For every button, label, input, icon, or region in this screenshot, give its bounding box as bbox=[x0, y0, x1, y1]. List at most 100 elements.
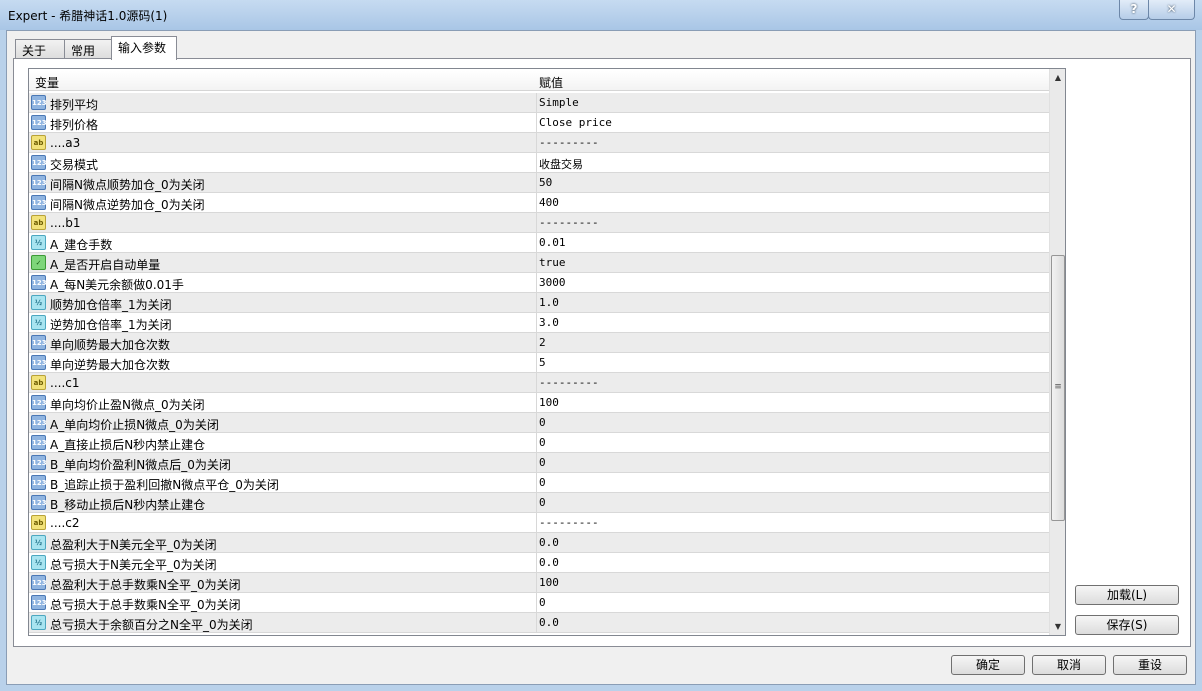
parameter-value[interactable]: 100 bbox=[539, 576, 559, 589]
parameter-value[interactable]: Simple bbox=[539, 96, 579, 109]
tab-inputs[interactable]: 输入参数 bbox=[111, 36, 177, 60]
column-divider bbox=[536, 453, 537, 473]
integer-type-icon: 123 bbox=[31, 575, 47, 590]
integer-type-icon: 123 bbox=[31, 115, 47, 130]
tab-common[interactable]: 常用 bbox=[64, 39, 112, 59]
table-row[interactable]: ½ 顺势加仓倍率_1为关闭 1.0 bbox=[29, 293, 1049, 313]
table-row[interactable]: 123 A_每N美元余额做0.01手 3000 bbox=[29, 273, 1049, 293]
table-row[interactable]: 123 B_单向均价盈利N微点后_0为关闭 0 bbox=[29, 453, 1049, 473]
parameter-name: A_直接止损后N秒内禁止建仓 bbox=[50, 438, 206, 452]
parameter-value[interactable]: 5 bbox=[539, 356, 546, 369]
parameter-value[interactable]: 3000 bbox=[539, 276, 566, 289]
parameter-value[interactable]: 2 bbox=[539, 336, 546, 349]
title-bar: Expert - 希腊神话1.0源码(1) ? ✕ bbox=[0, 0, 1202, 30]
parameter-value[interactable]: 100 bbox=[539, 396, 559, 409]
parameter-value[interactable]: 400 bbox=[539, 196, 559, 209]
table-row[interactable]: ab ....c2 --------- bbox=[29, 513, 1049, 533]
integer-type-icon: 123 bbox=[31, 175, 47, 190]
parameter-value[interactable]: 0.0 bbox=[539, 536, 559, 549]
parameter-name: A_每N美元余额做0.01手 bbox=[50, 278, 184, 292]
parameter-name: 总盈利大于总手数乘N全平_0为关闭 bbox=[50, 578, 241, 592]
reset-button[interactable]: 重设 bbox=[1113, 655, 1187, 675]
scroll-thumb[interactable]: ≡ bbox=[1051, 255, 1065, 521]
parameter-name: 排列平均 bbox=[50, 98, 99, 112]
table-row[interactable]: ½ 总盈利大于N美元全平_0为关闭 0.0 bbox=[29, 533, 1049, 553]
table-row[interactable]: 123 排列价格 Close price bbox=[29, 113, 1049, 133]
table-row[interactable]: 123 总亏损大于总手数乘N全平_0为关闭 0 bbox=[29, 593, 1049, 613]
table-row[interactable]: 123 间隔N微点逆势加仓_0为关闭 400 bbox=[29, 193, 1049, 213]
table-row[interactable]: ½ 总亏损大于N美元全平_0为关闭 0.0 bbox=[29, 553, 1049, 573]
scroll-down-icon[interactable]: ▼ bbox=[1050, 618, 1065, 635]
parameter-value[interactable]: --------- bbox=[539, 216, 599, 229]
column-divider bbox=[536, 313, 537, 333]
column-divider bbox=[536, 193, 537, 213]
table-row[interactable]: 123 排列平均 Simple bbox=[29, 93, 1049, 113]
table-row[interactable]: 123 单向均价止盈N微点_0为关闭 100 bbox=[29, 393, 1049, 413]
parameter-value[interactable]: 0 bbox=[539, 496, 546, 509]
table-row[interactable]: ab ....c1 --------- bbox=[29, 373, 1049, 393]
table-row[interactable]: 123 间隔N微点顺势加仓_0为关闭 50 bbox=[29, 173, 1049, 193]
table-row[interactable]: 123 交易模式 收盘交易 bbox=[29, 153, 1049, 173]
column-divider bbox=[536, 353, 537, 373]
parameter-value[interactable]: 0.01 bbox=[539, 236, 566, 249]
table-row[interactable]: 123 总盈利大于总手数乘N全平_0为关闭 100 bbox=[29, 573, 1049, 593]
table-row[interactable]: ½ 总亏损大于余额百分之N全平_0为关闭 0.0 bbox=[29, 613, 1049, 633]
column-divider bbox=[536, 93, 537, 113]
table-row[interactable]: ✓ A_是否开启自动单量 true bbox=[29, 253, 1049, 273]
parameter-value[interactable]: 收盘交易 bbox=[539, 156, 583, 172]
parameter-name: ....a3 bbox=[50, 136, 81, 150]
parameter-value[interactable]: 1.0 bbox=[539, 296, 559, 309]
column-divider bbox=[536, 473, 537, 493]
table-row[interactable]: 123 A_直接止损后N秒内禁止建仓 0 bbox=[29, 433, 1049, 453]
vertical-scrollbar[interactable]: ▲ ≡ ▼ bbox=[1049, 69, 1065, 635]
table-row[interactable]: 123 B_追踪止损于盈利回撤N微点平仓_0为关闭 0 bbox=[29, 473, 1049, 493]
parameter-value[interactable]: 0.0 bbox=[539, 616, 559, 629]
column-variable[interactable]: 变量 bbox=[35, 74, 59, 91]
parameter-value[interactable]: 0 bbox=[539, 596, 546, 609]
parameter-name: B_移动止损后N秒内禁止建仓 bbox=[50, 498, 206, 512]
table-row[interactable]: ab ....b1 --------- bbox=[29, 213, 1049, 233]
parameter-name: 间隔N微点顺势加仓_0为关闭 bbox=[50, 178, 205, 192]
save-button[interactable]: 保存(S) bbox=[1075, 615, 1179, 635]
parameter-value[interactable]: 0 bbox=[539, 416, 546, 429]
parameter-value[interactable]: 0 bbox=[539, 456, 546, 469]
string-type-icon: ab bbox=[31, 375, 46, 390]
integer-type-icon: 123 bbox=[31, 455, 47, 470]
list-header: 变量 赋值 bbox=[29, 71, 1049, 91]
column-divider bbox=[536, 133, 537, 153]
cancel-button[interactable]: 取消 bbox=[1032, 655, 1106, 675]
parameter-value[interactable]: 0 bbox=[539, 436, 546, 449]
column-divider bbox=[536, 593, 537, 613]
parameter-value[interactable]: --------- bbox=[539, 516, 599, 529]
table-row[interactable]: ab ....a3 --------- bbox=[29, 133, 1049, 153]
parameter-value[interactable]: Close price bbox=[539, 116, 612, 129]
parameter-value[interactable]: 50 bbox=[539, 176, 552, 189]
parameter-value[interactable]: 0 bbox=[539, 476, 546, 489]
parameter-value[interactable]: --------- bbox=[539, 376, 599, 389]
table-row[interactable]: 123 单向逆势最大加仓次数 5 bbox=[29, 353, 1049, 373]
window-title: Expert - 希腊神话1.0源码(1) bbox=[8, 9, 168, 23]
double-type-icon: ½ bbox=[31, 235, 46, 250]
help-button[interactable]: ? bbox=[1119, 0, 1149, 20]
table-row[interactable]: 123 单向顺势最大加仓次数 2 bbox=[29, 333, 1049, 353]
table-row[interactable]: ½ 逆势加仓倍率_1为关闭 3.0 bbox=[29, 313, 1049, 333]
scroll-up-icon[interactable]: ▲ bbox=[1050, 69, 1065, 86]
column-divider bbox=[536, 533, 537, 553]
column-value[interactable]: 赋值 bbox=[539, 74, 563, 91]
string-type-icon: ab bbox=[31, 215, 46, 230]
table-row[interactable]: ½ A_建仓手数 0.01 bbox=[29, 233, 1049, 253]
tab-about[interactable]: 关于 bbox=[15, 39, 65, 59]
parameter-name: 总亏损大于N美元全平_0为关闭 bbox=[50, 558, 217, 572]
parameter-name: 交易模式 bbox=[50, 158, 99, 172]
close-button[interactable]: ✕ bbox=[1148, 0, 1195, 20]
table-row[interactable]: 123 A_单向均价止损N微点_0为关闭 0 bbox=[29, 413, 1049, 433]
dialog-body: 关于 常用 输入参数 变量 赋值 123 排列平均 Simple 123 排列价格 Clo… bbox=[6, 30, 1196, 685]
parameter-name: 单向逆势最大加仓次数 bbox=[50, 358, 171, 372]
parameter-value[interactable]: --------- bbox=[539, 136, 599, 149]
load-button[interactable]: 加载(L) bbox=[1075, 585, 1179, 605]
table-row[interactable]: 123 B_移动止损后N秒内禁止建仓 0 bbox=[29, 493, 1049, 513]
ok-button[interactable]: 确定 bbox=[951, 655, 1025, 675]
parameter-value[interactable]: 3.0 bbox=[539, 316, 559, 329]
parameter-value[interactable]: 0.0 bbox=[539, 556, 559, 569]
parameter-value[interactable]: true bbox=[539, 256, 566, 269]
